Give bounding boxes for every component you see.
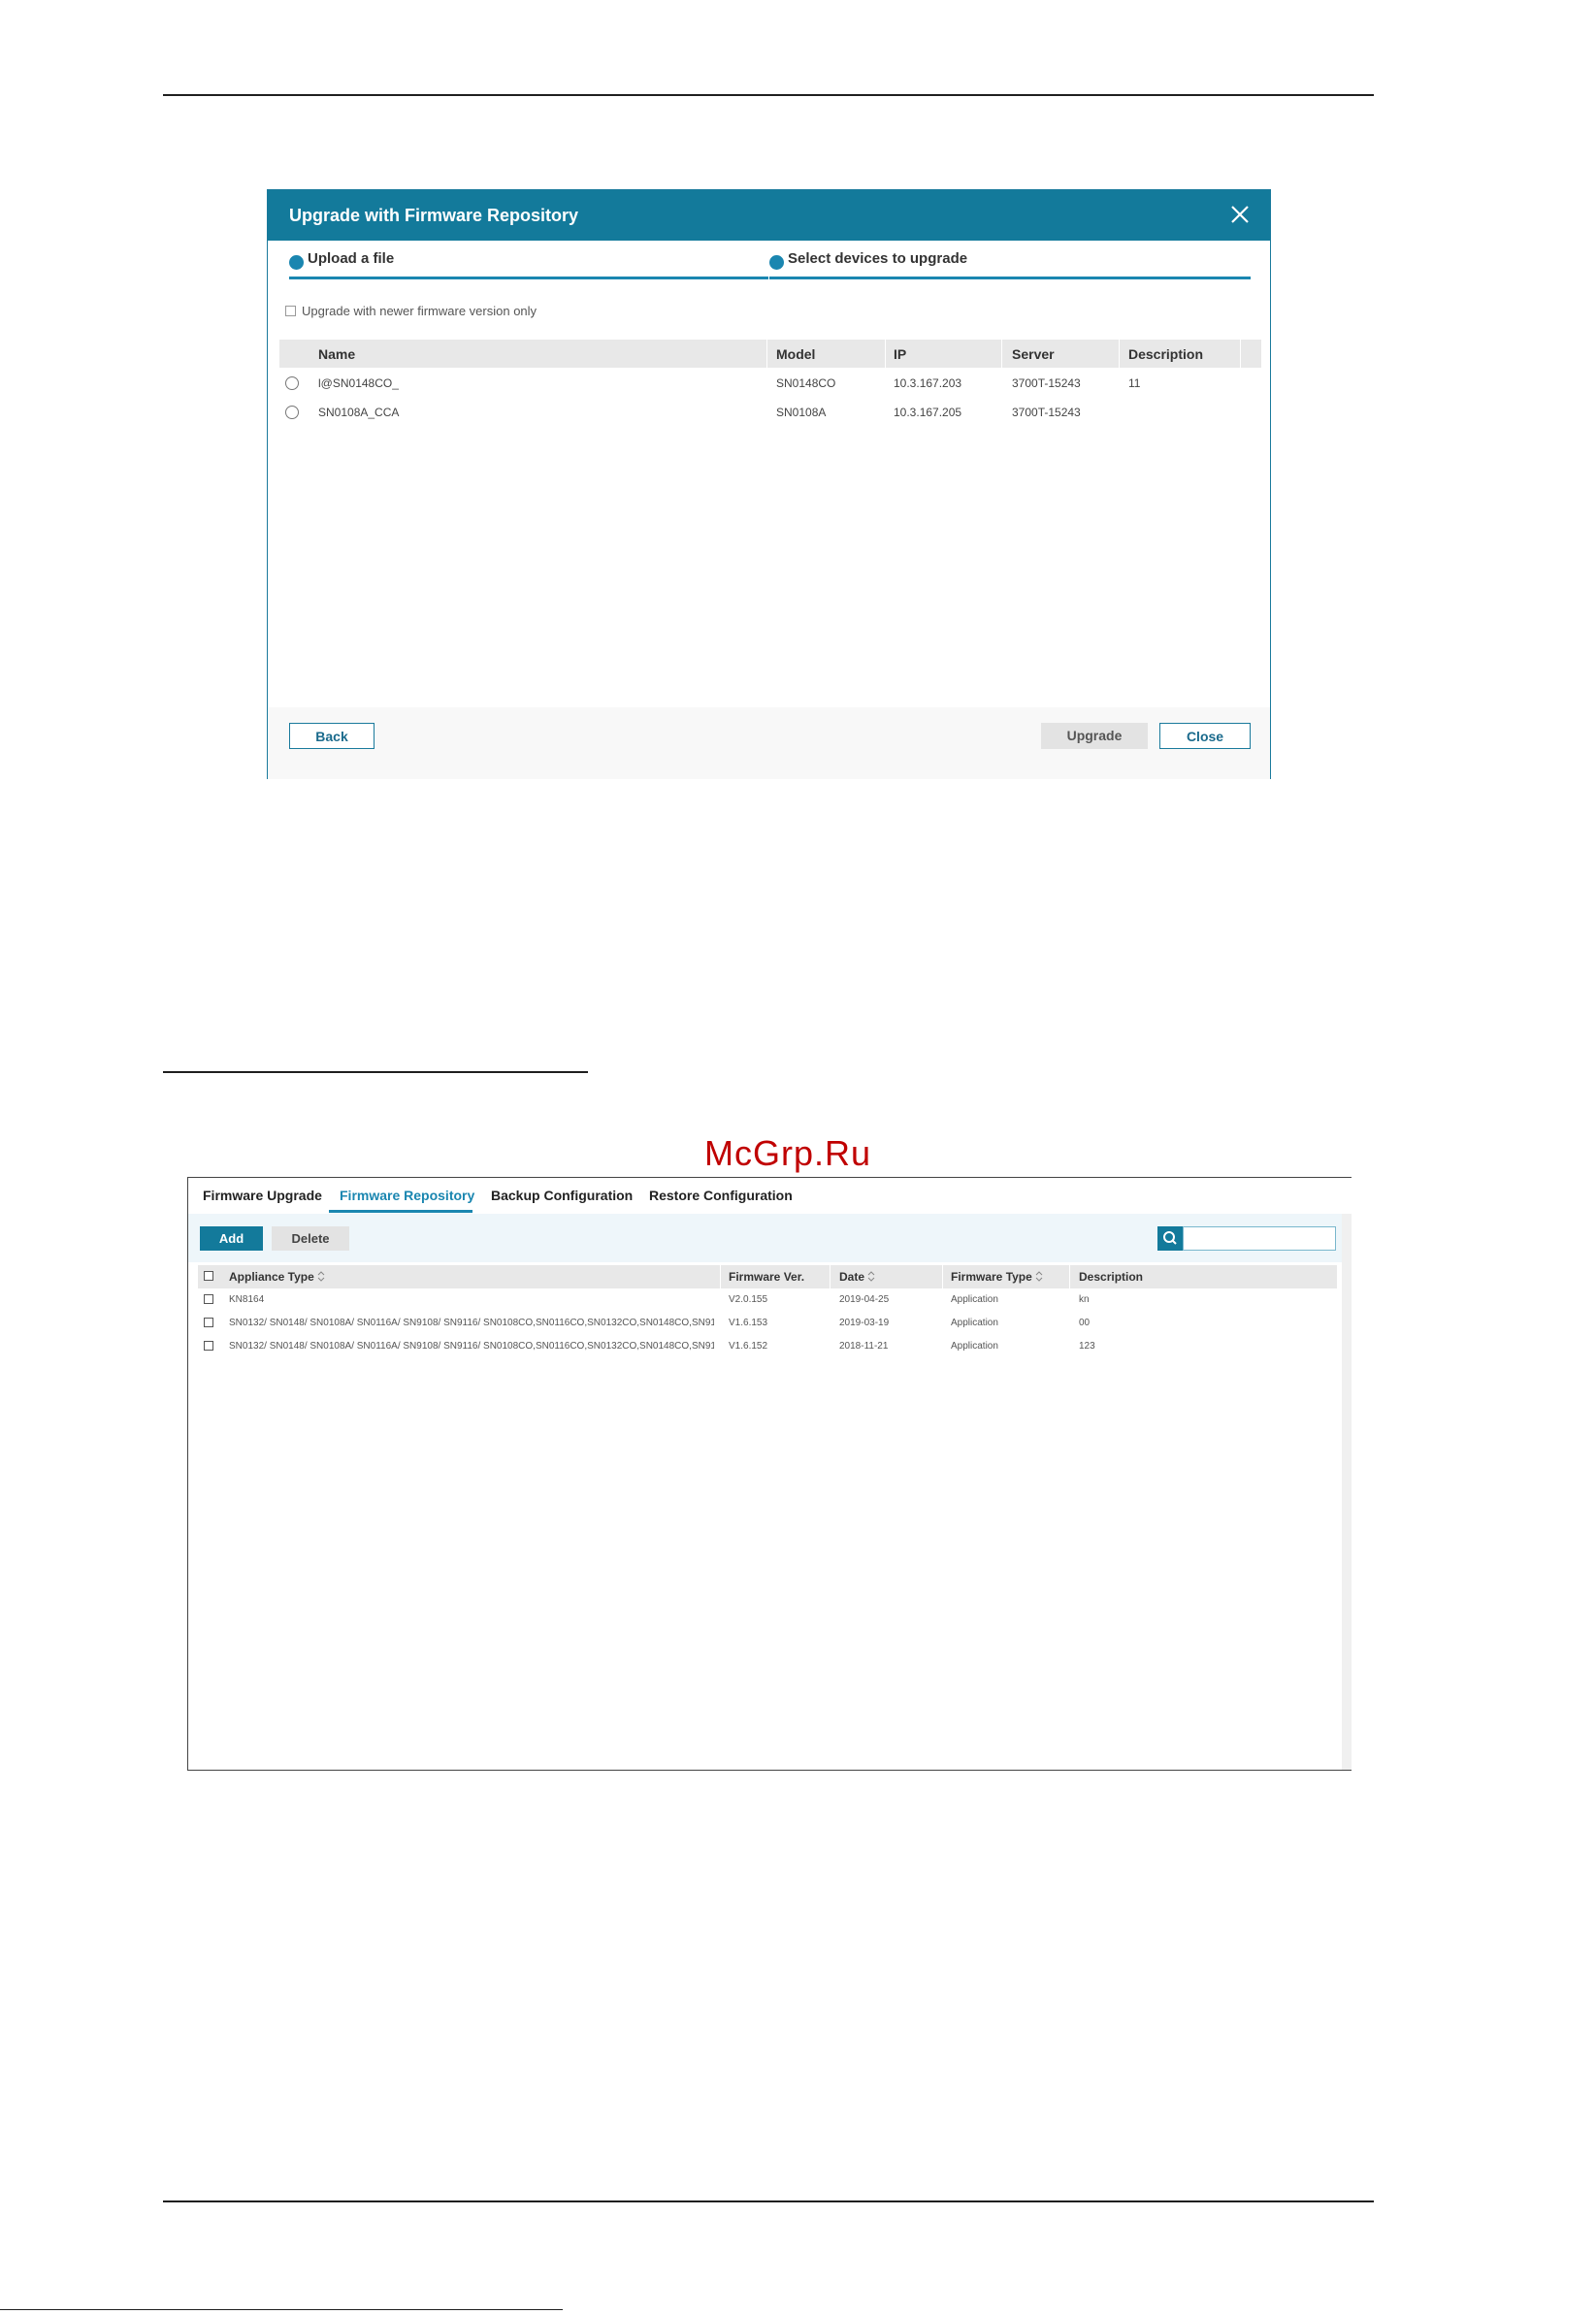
column-separator bbox=[1240, 340, 1241, 368]
table-row[interactable]: SN0108A_CCA SN0108A 10.3.167.205 3700T-1… bbox=[279, 398, 1261, 427]
dialog-title: Upgrade with Firmware Repository bbox=[289, 206, 579, 225]
device-model: SN0148CO bbox=[776, 376, 836, 390]
step-label: Select devices to upgrade bbox=[788, 250, 968, 267]
step-select-bar bbox=[769, 277, 1251, 279]
add-button[interactable]: Add bbox=[200, 1226, 263, 1251]
sort-icon bbox=[867, 1271, 875, 1282]
column-separator bbox=[720, 1265, 721, 1288]
search-input[interactable] bbox=[1183, 1226, 1336, 1251]
active-tab-indicator bbox=[329, 1210, 472, 1213]
firmware-description: 123 bbox=[1079, 1341, 1095, 1352]
firmware-type: Application bbox=[951, 1294, 998, 1305]
tab-firmware-upgrade[interactable]: Firmware Upgrade bbox=[203, 1188, 322, 1203]
table-row[interactable]: KN8164 V2.0.155 2019-04-25 Application k… bbox=[198, 1288, 1337, 1312]
column-separator bbox=[766, 340, 767, 368]
column-separator bbox=[1001, 340, 1002, 368]
row-checkbox[interactable] bbox=[204, 1341, 213, 1351]
step-upload-bar bbox=[289, 277, 768, 279]
newer-only-option[interactable]: Upgrade with newer firmware version only bbox=[285, 304, 537, 318]
column-description: Description bbox=[1079, 1270, 1144, 1284]
appliance-type: SN0132/ SN0148/ SN0108A/ SN0116A/ SN9108… bbox=[229, 1318, 714, 1328]
dialog-header: Upgrade with Firmware Repository bbox=[268, 190, 1270, 241]
upgrade-button[interactable]: Upgrade bbox=[1041, 723, 1148, 749]
tab-backup-configuration[interactable]: Backup Configuration bbox=[491, 1188, 633, 1203]
device-server: 3700T-15243 bbox=[1012, 406, 1081, 419]
firmware-table-header: Appliance Type Firmware Ver. Date Firmwa… bbox=[198, 1265, 1337, 1288]
device-server: 3700T-15243 bbox=[1012, 376, 1081, 390]
firmware-description: 00 bbox=[1079, 1318, 1091, 1328]
appliance-type: SN0132/ SN0148/ SN0108A/ SN0116A/ SN9108… bbox=[229, 1341, 714, 1352]
bottom-rule bbox=[163, 2200, 1374, 2202]
device-ip: 10.3.167.203 bbox=[894, 376, 962, 390]
column-firmware-type[interactable]: Firmware Type bbox=[951, 1270, 1043, 1284]
search-icon[interactable] bbox=[1157, 1226, 1183, 1251]
row-checkbox[interactable] bbox=[204, 1294, 213, 1304]
row-checkbox[interactable] bbox=[204, 1318, 213, 1327]
column-firmware-ver: Firmware Ver. bbox=[729, 1270, 805, 1284]
watermark: McGrp.Ru bbox=[704, 1133, 872, 1173]
device-description: 11 bbox=[1128, 376, 1141, 390]
step-label: Upload a file bbox=[308, 250, 395, 267]
device-table-header: Name Model IP Server Description bbox=[279, 340, 1261, 368]
firmware-type: Application bbox=[951, 1341, 998, 1352]
device-model: SN0108A bbox=[776, 406, 827, 419]
close-icon[interactable] bbox=[1227, 202, 1253, 227]
scrollbar[interactable] bbox=[1342, 1214, 1352, 1770]
column-separator bbox=[830, 1265, 831, 1288]
step-number-icon: 2 bbox=[769, 255, 784, 270]
sort-icon bbox=[317, 1271, 325, 1282]
column-separator bbox=[1119, 340, 1120, 368]
newer-only-label: Upgrade with newer firmware version only bbox=[302, 304, 537, 318]
dialog-footer: Back Upgrade Close bbox=[268, 707, 1270, 779]
device-name: SN0108A_CCA bbox=[318, 406, 400, 419]
step-upload[interactable]: 1 Upload a file bbox=[289, 250, 394, 279]
tab-restore-configuration[interactable]: Restore Configuration bbox=[649, 1188, 793, 1203]
footer-rule bbox=[0, 2309, 563, 2310]
newer-only-checkbox[interactable] bbox=[285, 306, 296, 316]
firmware-version: V1.6.152 bbox=[729, 1341, 768, 1352]
column-separator bbox=[942, 1265, 943, 1288]
device-radio[interactable] bbox=[285, 376, 299, 390]
step-select-devices[interactable]: 2 Select devices to upgrade bbox=[769, 250, 967, 279]
column-ip: IP bbox=[894, 346, 907, 362]
column-separator bbox=[1069, 1265, 1070, 1288]
column-separator bbox=[885, 340, 886, 368]
firmware-date: 2018-11-21 bbox=[839, 1341, 889, 1352]
top-rule bbox=[163, 94, 1374, 96]
tab-firmware-repository[interactable]: Firmware Repository bbox=[340, 1188, 474, 1203]
firmware-date: 2019-03-19 bbox=[839, 1318, 890, 1328]
column-description: Description bbox=[1128, 346, 1204, 362]
firmware-type: Application bbox=[951, 1318, 998, 1328]
delete-button[interactable]: Delete bbox=[272, 1226, 349, 1251]
device-name: l@SN0148CO_ bbox=[318, 376, 399, 390]
upgrade-dialog: Upgrade with Firmware Repository 1 Upload… bbox=[267, 189, 1271, 779]
device-radio[interactable] bbox=[285, 406, 299, 419]
column-model: Model bbox=[776, 346, 816, 362]
close-button[interactable]: Close bbox=[1159, 723, 1251, 749]
column-date[interactable]: Date bbox=[839, 1270, 875, 1284]
column-appliance-type[interactable]: Appliance Type bbox=[229, 1270, 325, 1284]
appliance-type: KN8164 bbox=[229, 1294, 265, 1305]
firmware-description: kn bbox=[1079, 1294, 1090, 1305]
firmware-date: 2019-04-25 bbox=[839, 1294, 890, 1305]
table-row[interactable]: l@SN0148CO_ SN0148CO 10.3.167.203 3700T-… bbox=[279, 369, 1261, 398]
firmware-version: V1.6.153 bbox=[729, 1318, 768, 1328]
column-server: Server bbox=[1012, 346, 1055, 362]
column-name: Name bbox=[318, 346, 356, 362]
select-all-checkbox[interactable] bbox=[204, 1271, 213, 1281]
section-rule bbox=[163, 1071, 588, 1073]
table-row[interactable]: SN0132/ SN0148/ SN0108A/ SN0116A/ SN9108… bbox=[198, 1312, 1337, 1335]
firmware-panel: Firmware Upgrade Firmware Repository Bac… bbox=[187, 1177, 1352, 1771]
firmware-version: V2.0.155 bbox=[729, 1294, 768, 1305]
step-number-icon: 1 bbox=[289, 255, 304, 270]
sort-icon bbox=[1035, 1271, 1043, 1282]
table-row[interactable]: SN0132/ SN0148/ SN0108A/ SN0116A/ SN9108… bbox=[198, 1335, 1337, 1358]
device-ip: 10.3.167.205 bbox=[894, 406, 962, 419]
back-button[interactable]: Back bbox=[289, 723, 375, 749]
